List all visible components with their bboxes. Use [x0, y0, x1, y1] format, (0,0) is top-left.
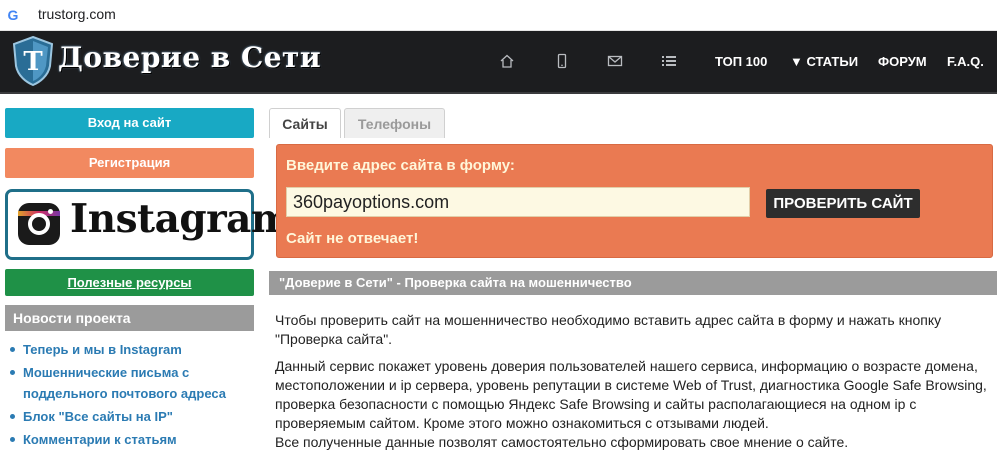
useful-resources-label: Полезные ресурсы: [67, 275, 192, 290]
tab-sites[interactable]: Сайты: [269, 108, 341, 138]
instagram-text: Instagram: [70, 196, 292, 242]
news-list: Теперь и мы в Instagram Мошеннические пи…: [10, 339, 254, 452]
nav-top100[interactable]: ТОП 100: [715, 54, 767, 69]
news-heading: Новости проекта: [5, 305, 254, 331]
instagram-banner[interactable]: Instagram: [5, 189, 292, 260]
site-header: T Доверие в Сети ТОП 100 ▼ СТАТЬИ ФОРУМ …: [0, 31, 997, 94]
useful-resources-link[interactable]: Полезные ресурсы: [5, 269, 254, 296]
tab-phones[interactable]: Телефоны: [344, 108, 445, 138]
login-button[interactable]: Вход на сайт: [5, 108, 254, 138]
description-text: Данный сервис покажет уровень доверия по…: [275, 358, 987, 431]
logo-letter: T: [23, 47, 43, 77]
instagram-icon: [18, 203, 60, 245]
list-icon[interactable]: [661, 53, 677, 69]
news-item[interactable]: Блок "Все сайты на IP": [10, 406, 254, 427]
home-icon[interactable]: [499, 53, 515, 69]
nav-articles[interactable]: ▼ СТАТЬИ: [790, 54, 858, 69]
address-bar[interactable]: G trustorg.com: [0, 0, 997, 31]
register-button[interactable]: Регистрация: [5, 148, 254, 178]
url-text[interactable]: trustorg.com: [38, 6, 116, 22]
news-item[interactable]: Мошеннические письма с поддельного почто…: [10, 362, 254, 404]
check-status: Сайт не отвечает!: [286, 230, 419, 247]
site-check-form: Введите адрес сайта в форму: 360payoptio…: [276, 144, 993, 258]
form-title: Введите адрес сайта в форму:: [286, 157, 515, 174]
phone-icon[interactable]: [554, 53, 570, 69]
intro-paragraph: Чтобы проверить сайт на мошенничество не…: [275, 312, 942, 347]
nav-faq[interactable]: F.A.Q.: [947, 54, 984, 69]
nav-forum[interactable]: ФОРУМ: [878, 54, 927, 69]
mail-icon[interactable]: [607, 53, 623, 69]
news-item[interactable]: Комментарии к статьям: [10, 429, 254, 450]
site-url-input[interactable]: 360payoptions.com: [286, 187, 750, 217]
summary-text: Все полученные данные позволят самостоят…: [275, 434, 849, 450]
content-heading: "Доверие в Сети" - Проверка сайта на мош…: [269, 271, 997, 295]
news-item[interactable]: Теперь и мы в Instagram: [10, 339, 254, 360]
description-paragraph: Данный сервис покажет уровень доверия по…: [275, 357, 993, 452]
site-logo-text[interactable]: Доверие в Сети: [58, 41, 321, 74]
shield-logo-icon[interactable]: T: [12, 36, 54, 86]
google-icon: G: [7, 7, 19, 23]
check-site-button[interactable]: ПРОВЕРИТЬ САЙТ: [766, 189, 920, 218]
